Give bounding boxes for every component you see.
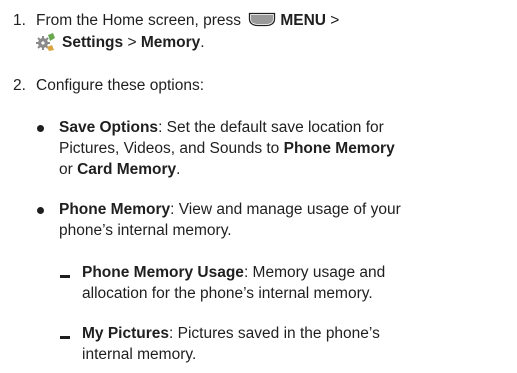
dash-icon <box>60 336 70 339</box>
step-number: 2. <box>13 77 26 94</box>
memory-label: Memory <box>140 34 201 51</box>
step-1-end: . <box>200 34 205 51</box>
settings-gear-icon <box>36 33 55 51</box>
settings-separator: > <box>127 34 137 51</box>
option-label: Phone Memory <box>59 201 171 218</box>
bullet-icon <box>37 125 44 132</box>
bullet-2-line-2: phone’s internal memory. <box>59 222 232 239</box>
subitem-2-line-1: My Pictures: Pictures saved in the phone… <box>82 323 380 344</box>
step-number: 1. <box>13 12 26 29</box>
option-value: Card Memory <box>77 161 177 178</box>
step-1-line-1: From the Home screen, press MENU > <box>36 10 339 31</box>
bullet-1-line-1: Save Options: Set the default save locat… <box>59 117 384 138</box>
bullet-icon <box>37 207 44 214</box>
subitem-text: : Pictures saved in the phone’s <box>169 325 380 342</box>
dash-icon <box>60 275 70 278</box>
option-text: or <box>59 161 78 178</box>
subitem-label: Phone Memory Usage <box>82 264 244 281</box>
step-text: From the Home screen, press <box>36 12 242 29</box>
subitem-1-line-2: allocation for the phone’s internal memo… <box>82 285 373 302</box>
option-label: Save Options <box>59 119 159 136</box>
bullet-1-line-2: Pictures, Videos, and Sounds to Phone Me… <box>59 138 395 159</box>
subitem-2-line-2: internal memory. <box>82 346 197 363</box>
menu-key-icon <box>249 12 276 27</box>
option-text: : Set the default save location for <box>158 119 384 136</box>
subitem-label: My Pictures <box>82 325 170 342</box>
bullet-2-line-1: Phone Memory: View and manage usage of y… <box>59 199 401 220</box>
step-2-text: Configure these options: <box>36 77 205 94</box>
option-text: . <box>176 161 181 178</box>
option-text: : View and manage usage of your <box>170 201 401 218</box>
option-text: Pictures, Videos, and Sounds to <box>59 140 284 157</box>
step-1-line-2: Settings > Memory. <box>36 32 205 53</box>
menu-separator: > <box>330 12 340 29</box>
menu-label: MENU <box>280 12 326 29</box>
subitem-1-line-1: Phone Memory Usage: Memory usage and <box>82 262 385 283</box>
settings-label: Settings <box>62 34 124 51</box>
subitem-text: : Memory usage and <box>243 264 386 281</box>
bullet-1-line-3: or Card Memory. <box>59 159 180 180</box>
option-value: Phone Memory <box>283 140 395 157</box>
